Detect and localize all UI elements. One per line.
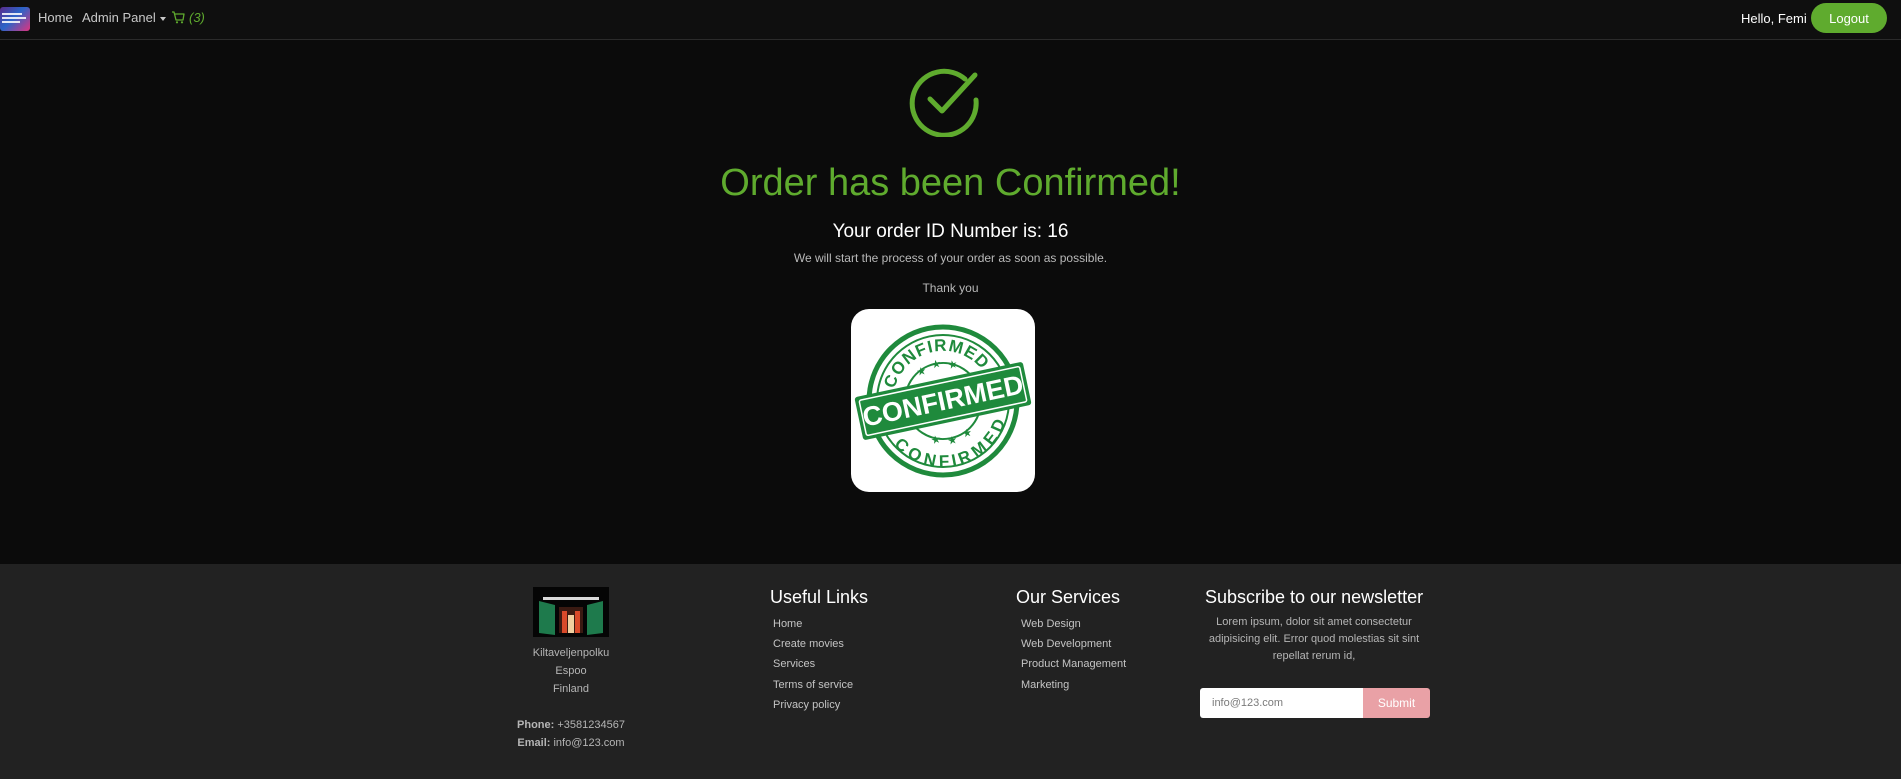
newsletter-email-input[interactable]	[1200, 688, 1363, 718]
footer-address-city: Espoo	[555, 665, 587, 677]
svg-text:★: ★	[946, 357, 958, 372]
footer-link-create-movies[interactable]: Create movies	[773, 638, 844, 650]
footer-logo-image	[533, 587, 609, 637]
service-marketing[interactable]: Marketing	[1021, 679, 1069, 691]
useful-links-title: Useful Links	[770, 587, 869, 607]
nav-home-link[interactable]: Home	[38, 10, 73, 25]
order-confirmed-title: Order has been Confirmed!	[720, 162, 1181, 204]
footer: Kiltaveljenpolku Espoo Finland Phone: +3…	[0, 564, 1901, 779]
cart-icon	[172, 11, 185, 24]
footer-link-home[interactable]: Home	[773, 618, 802, 630]
email-value: info@123.com	[553, 737, 625, 749]
email-label: Email:	[517, 737, 551, 749]
footer-link-privacy[interactable]: Privacy policy	[773, 699, 840, 711]
check-circle-icon	[909, 68, 979, 137]
phone-label: Phone:	[517, 719, 555, 731]
footer-link-services[interactable]: Services	[773, 658, 815, 670]
svg-text:★: ★	[961, 426, 973, 441]
footer-phone: Phone: +3581234567	[471, 719, 671, 731]
user-greeting: Hello, Femi	[1741, 11, 1807, 26]
footer-address-country: Finland	[552, 683, 590, 695]
svg-text:★: ★	[946, 433, 958, 448]
service-web-design[interactable]: Web Design	[1021, 618, 1081, 630]
our-services-title: Our Services	[1016, 587, 1121, 607]
admin-panel-label: Admin Panel	[82, 10, 156, 25]
brand-logo[interactable]	[0, 7, 30, 31]
newsletter-submit-button[interactable]: Submit	[1363, 688, 1430, 718]
svg-text:★: ★	[930, 432, 942, 447]
confirmed-stamp-image: CONFIRMED CONFIRMED ★ ★ ★ ★ ★ ★ CONFIRME…	[851, 309, 1035, 492]
phone-value: +3581234567	[557, 719, 625, 731]
thank-you-text: Thank you	[922, 281, 979, 295]
svg-text:★: ★	[930, 357, 942, 372]
footer-link-terms[interactable]: Terms of service	[773, 679, 853, 691]
footer-email: Email: info@123.com	[471, 737, 671, 749]
cart-count: (3)	[189, 10, 205, 25]
order-process-note: We will start the process of your order …	[793, 251, 1108, 265]
service-web-development[interactable]: Web Development	[1021, 638, 1111, 650]
navbar: Home Admin Panel (3) Hello, Femi Logout	[0, 0, 1901, 40]
caret-down-icon	[159, 16, 166, 21]
logout-button[interactable]: Logout	[1811, 3, 1887, 33]
footer-address-street: Kiltaveljenpolku	[532, 647, 610, 659]
newsletter-description: Lorem ipsum, dolor sit amet consectetur …	[1208, 616, 1420, 662]
confirmed-stamp-graphic: CONFIRMED CONFIRMED ★ ★ ★ ★ ★ ★ CONFIRME…	[854, 324, 1032, 482]
order-id-text: Your order ID Number is: 16	[832, 221, 1069, 242]
newsletter-title: Subscribe to our newsletter	[1205, 587, 1424, 607]
service-product-management[interactable]: Product Management	[1021, 658, 1126, 670]
cart-link[interactable]: (3)	[171, 10, 205, 25]
nav-admin-panel-dropdown[interactable]: Admin Panel	[82, 10, 166, 25]
